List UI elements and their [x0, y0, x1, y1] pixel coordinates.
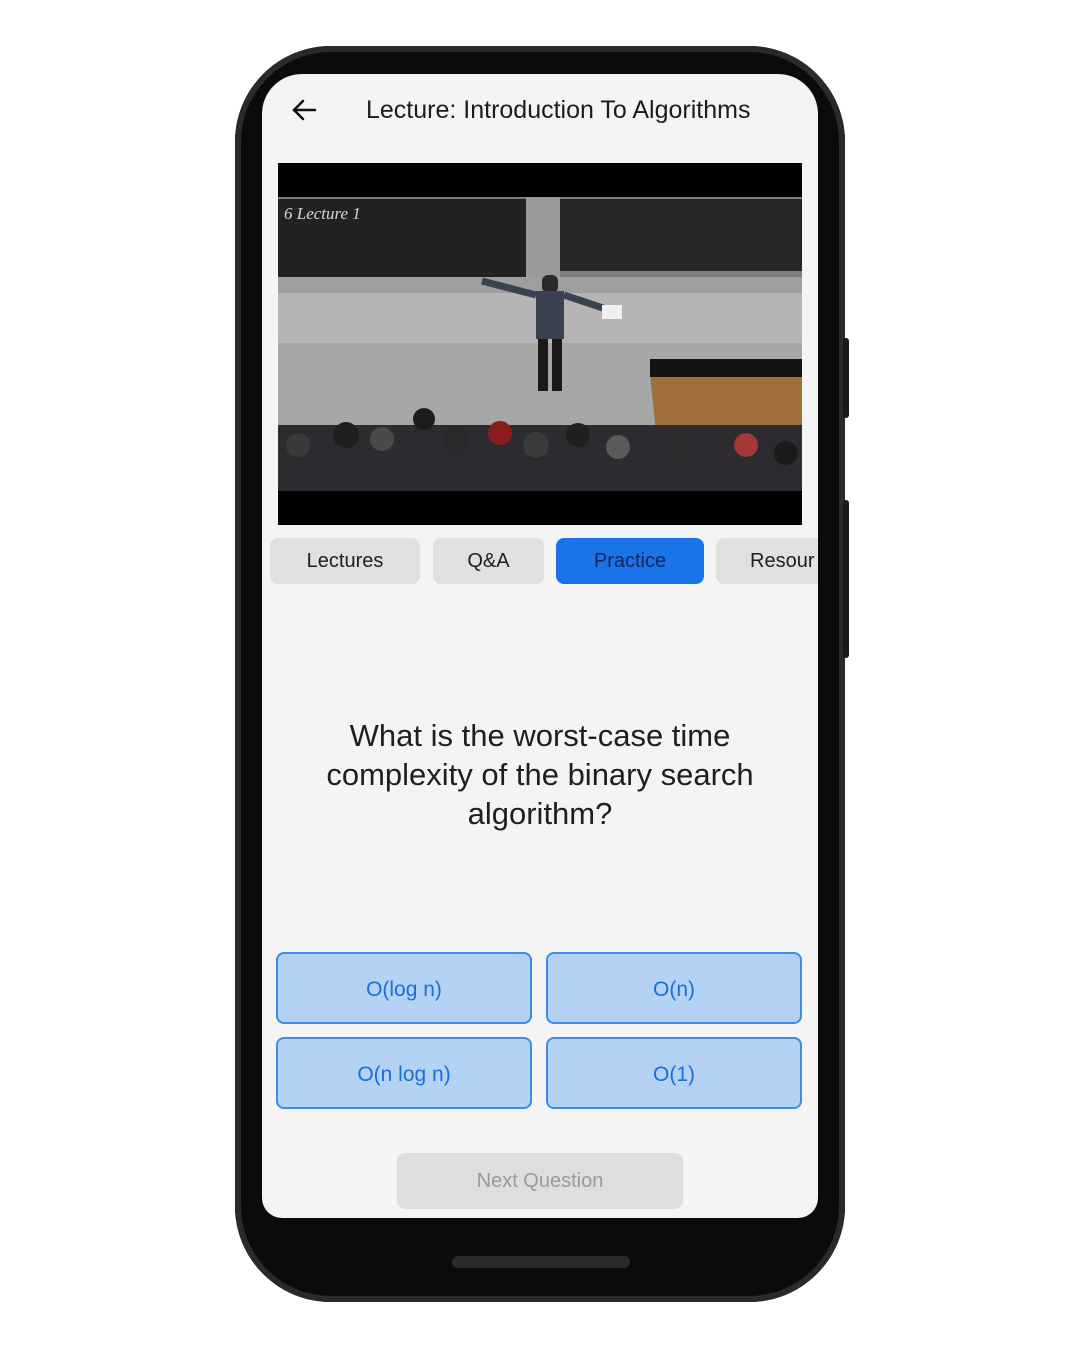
volume-button [843, 500, 849, 658]
app-bar: Lecture: Introduction To Algorithms [262, 74, 818, 154]
answer-option-4[interactable]: O(1) [546, 1037, 802, 1109]
tab-practice[interactable]: Practice [556, 538, 704, 584]
video-player[interactable]: 6 Lecture 1 [278, 163, 802, 525]
answer-option-2[interactable]: O(n) [546, 952, 802, 1024]
app-screen: Lecture: Introduction To Algorithms 6 Le… [262, 74, 818, 1218]
arrow-left-icon[interactable] [290, 96, 318, 124]
tab-resources[interactable]: Resour [716, 538, 818, 584]
tab-lectures[interactable]: Lectures [270, 538, 420, 584]
tab-qa[interactable]: Q&A [433, 538, 544, 584]
home-indicator[interactable] [452, 1256, 630, 1268]
question-text: What is the worst-case time complexity o… [326, 718, 754, 831]
power-button [843, 338, 849, 418]
answer-option-3[interactable]: O(n log n) [276, 1037, 532, 1109]
next-question-button[interactable]: Next Question [397, 1153, 683, 1209]
board-text: 6 Lecture 1 [284, 204, 361, 223]
answer-option-1[interactable]: O(log n) [276, 952, 532, 1024]
page-title: Lecture: Introduction To Algorithms [366, 96, 751, 124]
tab-bar: Lectures Q&A Practice Resour [270, 538, 818, 586]
